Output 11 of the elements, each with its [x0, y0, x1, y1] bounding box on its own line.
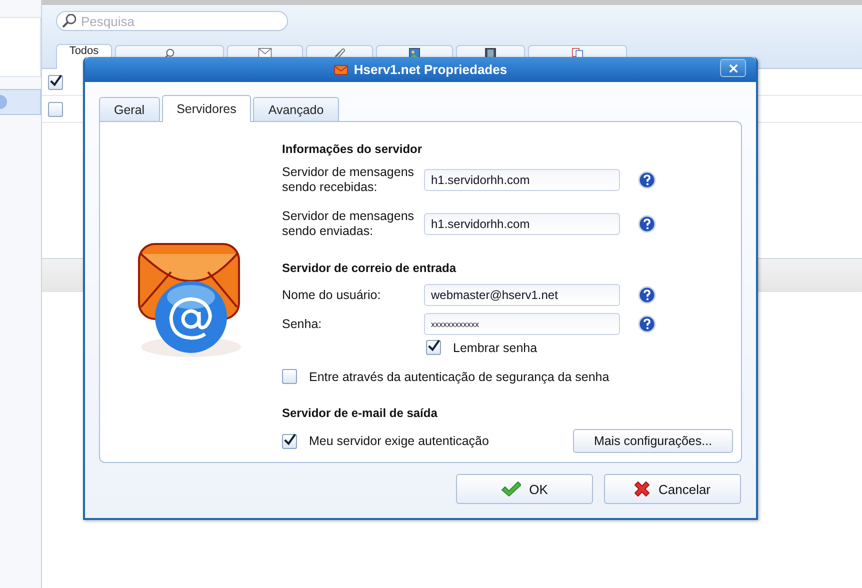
section-heading: Servidor de e-mail de saída: [282, 406, 438, 420]
field-label: Servidor de mensagens sendo enviadas:: [282, 209, 416, 239]
field-label: Servidor de mensagens sendo recebidas:: [282, 165, 416, 195]
checkbox-label: Meu servidor exige autenticação: [309, 434, 489, 448]
field-label: Senha:: [282, 316, 323, 332]
section-heading: Servidor de correio de entrada: [282, 261, 458, 275]
section-heading: Informações do servidor: [282, 142, 424, 156]
window-title: Hserv1.net Propriedades: [354, 62, 508, 77]
field-label: Nome do usuário:: [282, 288, 382, 302]
checkbox-label: Lembrar senha: [453, 340, 538, 354]
checkbox-label: Entre através da autenticação de segurança da senha: [309, 370, 610, 384]
